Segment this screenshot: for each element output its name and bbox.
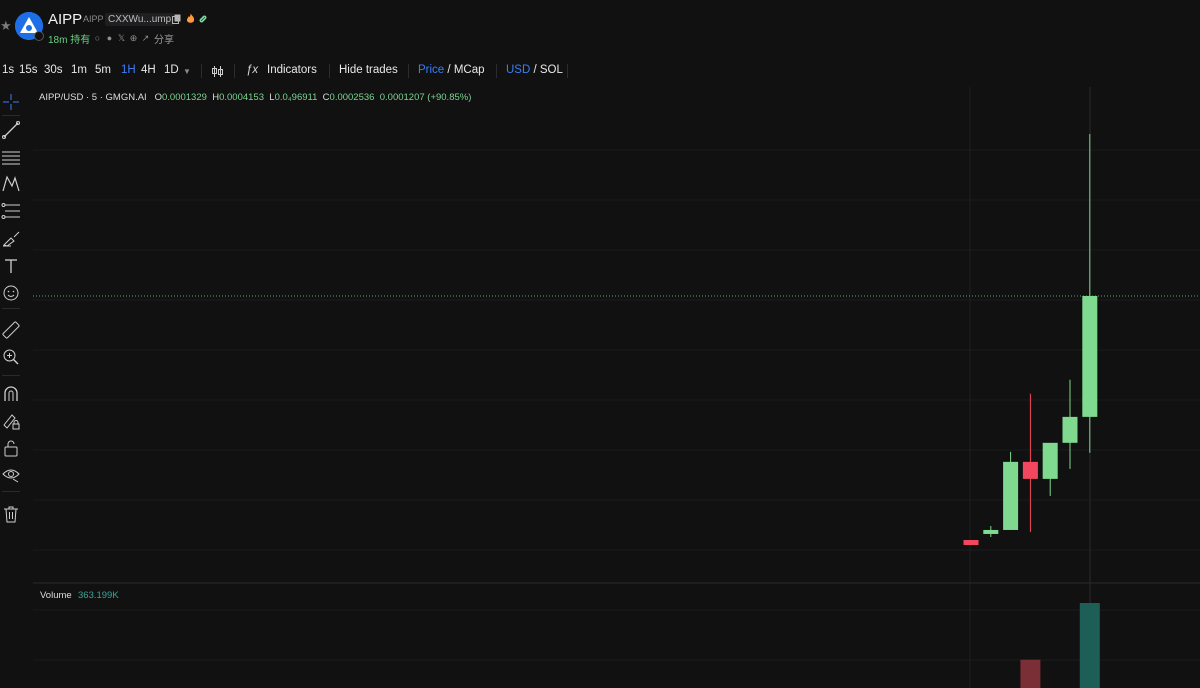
chain-badge-icon bbox=[34, 31, 44, 41]
token-address[interactable]: CXXWu...ump bbox=[105, 13, 175, 26]
website-icon[interactable]: ⊕ bbox=[129, 33, 138, 43]
zoom-in-icon[interactable] bbox=[1, 347, 21, 367]
divider bbox=[2, 491, 20, 492]
lock-icon[interactable] bbox=[1, 438, 21, 458]
volume-label: Volume bbox=[40, 590, 72, 601]
divider bbox=[408, 64, 409, 78]
divider bbox=[567, 64, 568, 78]
ohlc-legend: AIPP/USD · 5 · GMGN.AI O0.0001329 H0.000… bbox=[39, 92, 471, 103]
trend-line-icon[interactable] bbox=[1, 120, 21, 140]
text-icon[interactable] bbox=[1, 256, 21, 276]
volume-bar bbox=[1020, 659, 1041, 688]
mcap-option[interactable]: MCap bbox=[454, 64, 485, 76]
pattern-icon[interactable] bbox=[1, 174, 21, 194]
hide-trades-button[interactable]: Hide trades bbox=[339, 64, 398, 76]
interval-1m[interactable]: 1m bbox=[71, 64, 87, 76]
interval-30s[interactable]: 30s bbox=[44, 64, 63, 76]
usd-sol-toggle[interactable]: USD / SOL bbox=[506, 64, 563, 76]
emoji-icon[interactable] bbox=[1, 283, 21, 303]
volume-value: 363.199K bbox=[78, 590, 119, 601]
divider bbox=[201, 64, 202, 78]
candle-body[interactable] bbox=[1082, 295, 1098, 417]
divider bbox=[2, 308, 20, 309]
high-value: 0.0004153 bbox=[219, 92, 264, 103]
indicators-button[interactable]: Indicators bbox=[267, 64, 317, 76]
telegram-icon[interactable]: ● bbox=[105, 33, 114, 43]
share-label[interactable]: 分享 bbox=[154, 31, 174, 46]
chevron-down-icon[interactable]: ▼ bbox=[183, 67, 191, 76]
lock-draw-icon[interactable] bbox=[1, 411, 21, 431]
change-value: 0.0001207 (+90.85%) bbox=[379, 92, 472, 103]
open-label: O bbox=[154, 92, 162, 103]
social-icons: ○ ● 𝕏 ⊕ ↗ bbox=[93, 32, 150, 44]
copy-icon[interactable] bbox=[172, 14, 181, 24]
search-icon[interactable]: ○ bbox=[93, 33, 102, 43]
interval-1d[interactable]: 1D bbox=[164, 64, 179, 76]
low-value: 0.0₄96911 bbox=[274, 92, 318, 103]
sol-option[interactable]: SOL bbox=[540, 64, 563, 76]
eye-icon[interactable] bbox=[1, 464, 21, 484]
usd-option[interactable]: USD bbox=[506, 64, 530, 76]
divider bbox=[329, 64, 330, 78]
candle-body[interactable] bbox=[983, 529, 999, 534]
trash-icon[interactable] bbox=[1, 504, 21, 524]
x-icon[interactable]: 𝕏 bbox=[117, 33, 126, 43]
ruler-icon[interactable] bbox=[1, 320, 21, 340]
token-symbol: AIPP bbox=[83, 14, 104, 24]
toggle-slash: / bbox=[533, 64, 537, 76]
divider bbox=[2, 115, 20, 116]
price-option[interactable]: Price bbox=[418, 64, 444, 76]
candle-body[interactable] bbox=[1003, 461, 1019, 530]
horizontal-lines-icon[interactable] bbox=[1, 147, 21, 167]
close-label: C bbox=[322, 92, 330, 103]
hold-time: 18m 持有 bbox=[48, 35, 91, 46]
fx-icon[interactable]: ƒx bbox=[246, 64, 258, 76]
chart-toolbar: 1s 15s 30s 1m 5m 1H 4H 1D ▼ ƒx Indicator… bbox=[0, 60, 1200, 82]
divider bbox=[496, 64, 497, 78]
candle-body[interactable] bbox=[1022, 461, 1038, 479]
interval-15s[interactable]: 15s bbox=[19, 64, 38, 76]
drawing-toolbar bbox=[0, 86, 22, 688]
interval-4h[interactable]: 4H bbox=[141, 64, 156, 76]
fib-icon[interactable] bbox=[1, 201, 21, 221]
candle-body[interactable] bbox=[1062, 416, 1078, 443]
price-chart[interactable] bbox=[33, 87, 1200, 688]
interval-1h[interactable]: 1H bbox=[121, 64, 136, 76]
token-name: AIPP bbox=[48, 11, 83, 28]
crosshair-icon[interactable] bbox=[1, 92, 21, 112]
divider bbox=[2, 375, 20, 376]
candles-group bbox=[963, 134, 1098, 545]
candle-type-icon[interactable] bbox=[211, 65, 224, 78]
close-value: 0.0002536 bbox=[329, 92, 375, 103]
candle-body[interactable] bbox=[963, 540, 979, 545]
price-mcap-toggle[interactable]: Price / MCap bbox=[418, 64, 485, 76]
favorite-star-icon[interactable]: ★ bbox=[0, 18, 12, 33]
pair-label: AIPP/USD · 5 · GMGN.AI bbox=[39, 92, 147, 103]
candle-body[interactable] bbox=[1042, 442, 1058, 479]
pill-icon bbox=[199, 15, 207, 23]
interval-5m[interactable]: 5m bbox=[95, 64, 111, 76]
interval-1s[interactable]: 1s bbox=[2, 64, 14, 76]
divider bbox=[234, 64, 235, 78]
volume-bar bbox=[1079, 603, 1100, 688]
volume-bars-group bbox=[1020, 603, 1100, 688]
share-icon[interactable]: ↗ bbox=[141, 33, 150, 43]
brush-icon[interactable] bbox=[1, 228, 21, 248]
open-value: 0.0001329 bbox=[162, 92, 207, 103]
fire-icon bbox=[186, 13, 195, 23]
toggle-slash: / bbox=[447, 64, 451, 76]
magnet-icon[interactable] bbox=[1, 384, 21, 404]
